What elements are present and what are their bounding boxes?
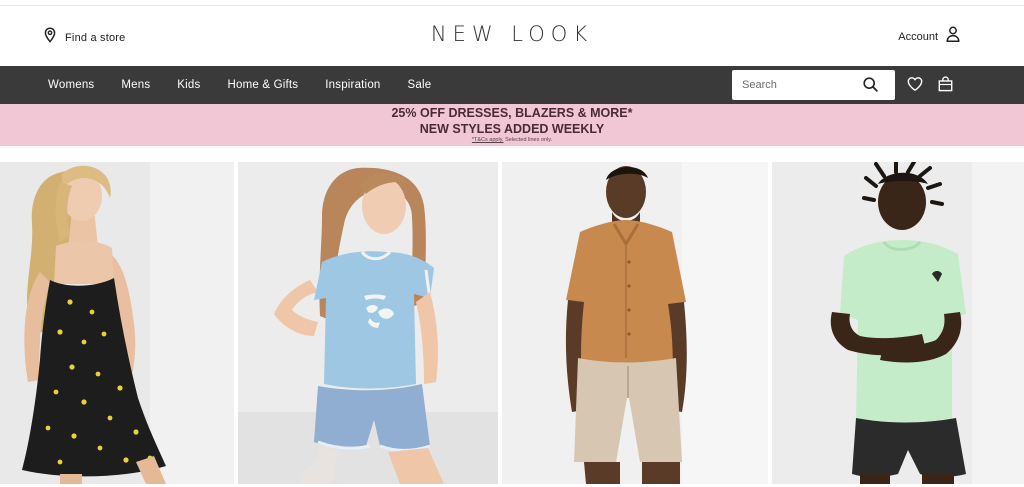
- girls-photo: [238, 162, 498, 484]
- account-label: Account: [898, 30, 938, 43]
- category-tiles: [0, 162, 1024, 484]
- main-navigation: Womens Mens Kids Home & Gifts Inspiratio…: [0, 66, 1024, 104]
- nav-item-kids[interactable]: Kids: [177, 79, 200, 91]
- nav-item-sale[interactable]: Sale: [408, 79, 432, 91]
- brand-logo[interactable]: NEW LOOK: [0, 22, 1024, 46]
- nav-menu: Womens Mens Kids Home & Gifts Inspiratio…: [48, 66, 458, 104]
- terms-note: Selected lines only.: [505, 137, 553, 143]
- heart-icon[interactable]: [907, 76, 923, 97]
- category-tile-boys[interactable]: [772, 162, 1024, 484]
- search-icon[interactable]: [863, 77, 878, 97]
- promo-terms: *T&Cs apply. Selected lines only.: [0, 137, 1024, 143]
- mens-photo: [502, 162, 768, 484]
- promo-subheadline: NEW STYLES ADDED WEEKLY: [419, 122, 605, 136]
- category-tile-womens[interactable]: [0, 162, 234, 484]
- search-box: [732, 70, 895, 100]
- top-border: [0, 0, 1024, 6]
- promo-headline: 25% OFF DRESSES, BLAZERS & MORE*: [391, 106, 633, 120]
- promo-banner[interactable]: 25% OFF DRESSES, BLAZERS & MORE* NEW STY…: [0, 104, 1024, 146]
- nav-item-inspiration[interactable]: Inspiration: [325, 79, 380, 91]
- womens-photo: [0, 162, 234, 484]
- nav-item-mens[interactable]: Mens: [121, 79, 150, 91]
- search-input[interactable]: [732, 71, 857, 99]
- category-tile-girls[interactable]: [238, 162, 498, 484]
- account-link[interactable]: Account: [898, 26, 960, 47]
- site-header: Find a store NEW LOOK Account: [0, 7, 1024, 66]
- nav-item-womens[interactable]: Womens: [48, 79, 94, 91]
- terms-link[interactable]: *T&Cs apply.: [472, 137, 504, 143]
- boys-photo: [772, 162, 1024, 484]
- shopping-bag-icon[interactable]: [938, 76, 953, 97]
- category-tile-mens[interactable]: [502, 162, 768, 484]
- nav-item-home-gifts[interactable]: Home & Gifts: [227, 79, 298, 91]
- user-icon: [946, 26, 960, 47]
